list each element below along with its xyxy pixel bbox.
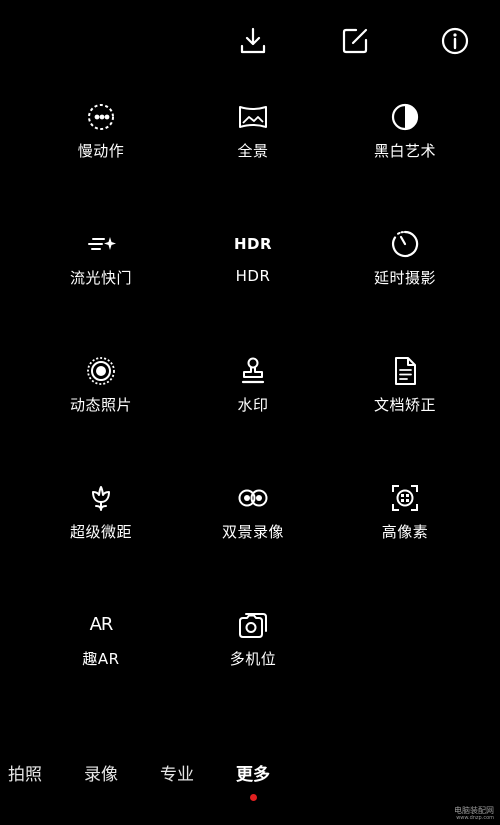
time-lapse-icon — [388, 227, 422, 261]
mode-label: 慢动作 — [77, 142, 125, 160]
ar-icon-text: AR — [89, 614, 114, 635]
dual-view-icon — [236, 481, 270, 515]
mode-label: 双景录像 — [221, 523, 284, 541]
light-painting-icon — [84, 227, 118, 261]
mode-monochrome[interactable]: 黑白艺术 — [345, 100, 465, 180]
edit-icon — [342, 28, 368, 54]
high-resolution-icon — [388, 481, 422, 515]
mode-label: 多机位 — [229, 650, 277, 668]
mode-label: 趣AR — [82, 650, 120, 668]
mode-label: 超级微距 — [69, 523, 132, 541]
monochrome-icon — [388, 100, 422, 134]
hdr-icon: HDR — [233, 227, 273, 261]
info-button[interactable] — [438, 24, 472, 58]
mode-slow-motion[interactable]: 慢动作 — [41, 100, 161, 180]
mode-ar[interactable]: AR 趣AR — [41, 608, 161, 688]
bottom-mode-tabs: 拍照 录像 专业 更多 — [0, 760, 500, 801]
mode-label: 黑白艺术 — [373, 142, 436, 160]
mode-time-lapse[interactable]: 延时摄影 — [345, 227, 465, 307]
multi-camera-icon — [236, 608, 270, 642]
mode-label: 文档矫正 — [373, 396, 436, 414]
mode-label: 动态照片 — [69, 396, 132, 414]
mode-label: 水印 — [237, 396, 269, 414]
slow-motion-icon — [84, 100, 118, 134]
download-icon — [240, 27, 266, 54]
tab-pro[interactable]: 专业 — [160, 760, 194, 785]
ar-icon: AR — [84, 608, 118, 642]
mode-dual-view[interactable]: 双景录像 — [193, 481, 313, 561]
panorama-icon — [236, 100, 270, 134]
tab-video[interactable]: 录像 — [84, 760, 118, 785]
site-watermark: 电脑装配网 www.dnzp.com — [454, 806, 494, 821]
mode-watermark[interactable]: 水印 — [193, 354, 313, 434]
mode-label: 全景 — [237, 142, 269, 160]
mode-label: 流光快门 — [69, 269, 132, 287]
download-button[interactable] — [236, 24, 270, 58]
mode-panorama[interactable]: 全景 — [193, 100, 313, 180]
mode-label: 高像素 — [381, 523, 429, 541]
mode-hdr[interactable]: HDR HDR — [193, 227, 313, 307]
mode-label: 延时摄影 — [373, 269, 436, 287]
watermark-line-2: www.dnzp.com — [456, 814, 494, 821]
hdr-icon-text: HDR — [233, 235, 273, 253]
mode-super-macro[interactable]: 超级微距 — [41, 481, 161, 561]
mode-moving-picture[interactable]: 动态照片 — [41, 354, 161, 434]
mode-light-painting[interactable]: 流光快门 — [41, 227, 161, 307]
mode-label: HDR — [235, 267, 271, 285]
mode-document-scan[interactable]: 文档矫正 — [345, 354, 465, 434]
watermark-stamp-icon — [236, 354, 270, 388]
active-tab-indicator — [250, 794, 257, 801]
mode-multi-camera[interactable]: 多机位 — [193, 608, 313, 688]
moving-picture-icon — [84, 354, 118, 388]
edit-button[interactable] — [338, 24, 372, 58]
info-icon — [441, 27, 469, 55]
tab-more[interactable]: 更多 — [236, 760, 270, 785]
mode-high-resolution[interactable]: 高像素 — [345, 481, 465, 561]
top-action-bar — [0, 0, 500, 80]
document-scan-icon — [388, 354, 422, 388]
tab-photo[interactable]: 拍照 — [8, 760, 42, 785]
super-macro-icon — [84, 481, 118, 515]
